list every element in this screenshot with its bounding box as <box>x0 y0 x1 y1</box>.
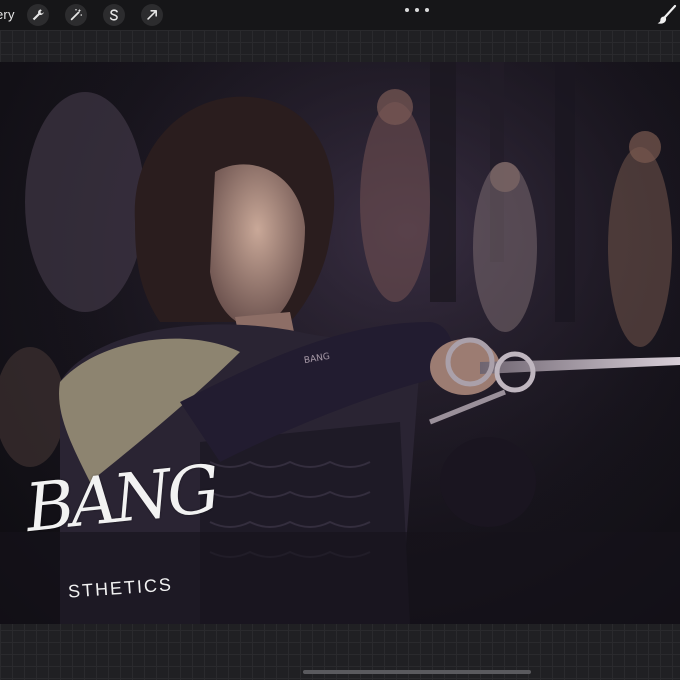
brush-tool-button[interactable] <box>654 4 678 26</box>
actions-button[interactable] <box>27 4 49 26</box>
adjustments-button[interactable] <box>65 4 87 26</box>
brush-icon <box>657 4 677 24</box>
gallery-button[interactable]: ery <box>0 7 15 22</box>
more-dots-icon[interactable] <box>405 5 429 15</box>
selection-button[interactable] <box>103 4 125 26</box>
transform-arrow-icon <box>147 10 157 20</box>
top-toolbar: ery <box>0 0 680 30</box>
transform-button[interactable] <box>141 4 163 26</box>
artwork-illustration <box>0 62 680 624</box>
wrench-icon <box>32 9 44 21</box>
magic-wand-icon <box>70 8 83 21</box>
selection-s-icon <box>109 9 118 21</box>
artwork-canvas[interactable]: BANG <box>0 62 680 624</box>
home-indicator[interactable] <box>303 670 531 674</box>
